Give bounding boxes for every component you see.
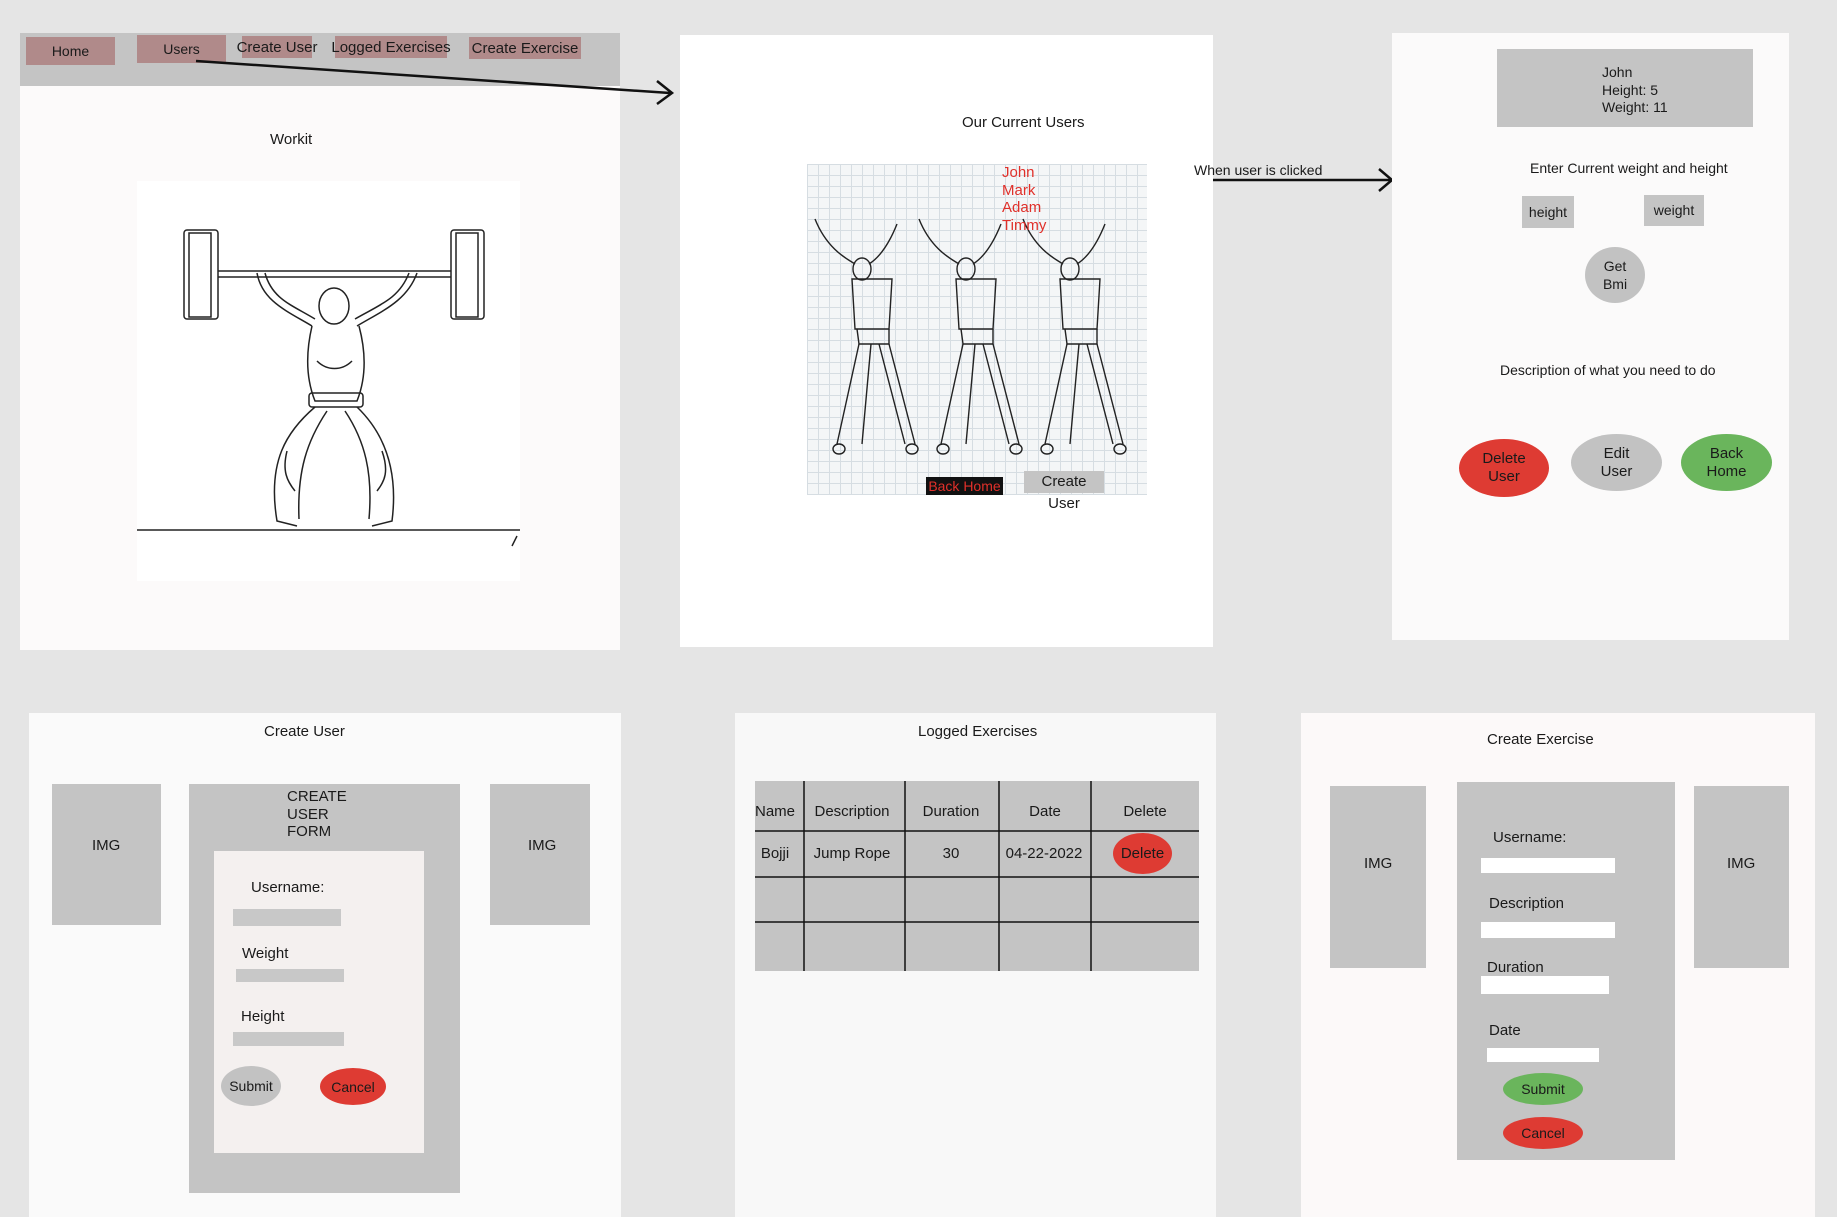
- image-placeholder-left: [1330, 786, 1426, 968]
- user-info-height: Height: 5: [1602, 81, 1659, 98]
- create-exercise-title: Create Exercise: [1487, 731, 1594, 748]
- get-bmi-button[interactable]: Get Bmi: [1585, 247, 1645, 303]
- duration-label: Duration: [1487, 959, 1544, 976]
- table-header: Date: [1029, 802, 1061, 820]
- submit-button[interactable]: Submit: [1503, 1073, 1583, 1105]
- user-info-weight: Weight: 11: [1602, 99, 1668, 115]
- edit-user-button[interactable]: Edit User: [1571, 434, 1662, 491]
- user-name-item[interactable]: Adam: [1002, 199, 1046, 217]
- date-label: Date: [1489, 1022, 1521, 1039]
- table-header: Description: [814, 802, 890, 820]
- height-label: Height: [241, 1008, 285, 1025]
- instructions-text: Description of what you need to do: [1500, 362, 1716, 378]
- table-cell-name: Bojji: [760, 844, 790, 862]
- logged-exercises-title: Logged Exercises: [918, 723, 1038, 740]
- user-name-item[interactable]: John: [1002, 164, 1046, 182]
- username-label: Username:: [1493, 829, 1567, 846]
- image-placeholder-right: [490, 784, 590, 925]
- form-heading: CREATE USER FORM: [287, 788, 347, 840]
- duration-input[interactable]: [1481, 976, 1609, 994]
- user-name-item[interactable]: Mark: [1002, 182, 1046, 200]
- table-header: Name: [755, 802, 796, 820]
- description-input[interactable]: [1481, 922, 1615, 938]
- create-user-button[interactable]: Create User: [1024, 471, 1104, 512]
- logged-exercises-frame: Logged Exercises Name Description Durati…: [735, 713, 1216, 1217]
- user-info-card: John Height: 5 Weight: 11: [1497, 49, 1753, 127]
- table-header: Delete: [1123, 802, 1167, 820]
- table-cell-date: 04-22-2022: [1005, 844, 1083, 862]
- delete-user-button[interactable]: Delete User: [1459, 439, 1549, 497]
- username-label: Username:: [251, 879, 325, 896]
- stretching-figures-illustration: [814, 218, 1127, 455]
- cancel-button[interactable]: Cancel: [320, 1068, 386, 1105]
- username-input[interactable]: [1481, 858, 1615, 873]
- height-input[interactable]: [233, 1032, 344, 1046]
- exercise-table: Name Description Duration Date Delete Bo…: [755, 781, 1199, 971]
- submit-button[interactable]: Submit: [221, 1066, 281, 1106]
- table-header: Duration: [922, 802, 980, 820]
- height-input[interactable]: height: [1522, 196, 1574, 228]
- users-background-image: [807, 164, 1147, 495]
- description-label: Description: [1489, 895, 1565, 912]
- weight-input[interactable]: [236, 969, 344, 982]
- image-placeholder-left-label: IMG: [92, 837, 121, 854]
- create-exercise-frame: Create Exercise IMG IMG Username: Descri…: [1301, 713, 1815, 1217]
- table-cell-description: Jump Rope: [813, 844, 891, 862]
- users-title: Our Current Users: [962, 114, 1085, 131]
- image-placeholder-right: [1694, 786, 1789, 968]
- cancel-button[interactable]: Cancel: [1503, 1117, 1583, 1149]
- user-info-name: John: [1602, 64, 1633, 80]
- back-home-button[interactable]: Back Home: [1681, 434, 1772, 491]
- user-detail-frame: John Height: 5 Weight: 11 Enter Current …: [1392, 33, 1789, 640]
- date-input[interactable]: [1487, 1048, 1599, 1062]
- image-placeholder-left-label: IMG: [1364, 855, 1393, 872]
- image-placeholder-left: [52, 784, 161, 925]
- users-frame: Our Current Users John Mark Adam Timmy B…: [680, 35, 1213, 647]
- click-annotation: When user is clicked: [1194, 162, 1323, 178]
- table-cell-duration: 30: [942, 844, 960, 862]
- back-home-button[interactable]: Back Home: [926, 477, 1003, 495]
- arrow-users-to-list: [195, 59, 671, 95]
- create-user-frame: Create User IMG IMG CREATE USER FORM Use…: [29, 713, 621, 1217]
- create-user-form: [214, 851, 424, 1153]
- image-placeholder-right-label: IMG: [1727, 855, 1756, 872]
- delete-row-button[interactable]: Delete: [1113, 833, 1172, 874]
- image-placeholder-right-label: IMG: [528, 837, 557, 854]
- user-name-item[interactable]: Timmy: [1002, 217, 1046, 235]
- weight-input[interactable]: weight: [1644, 195, 1704, 226]
- create-user-title: Create User: [264, 723, 345, 740]
- user-name-list: John Mark Adam Timmy: [1002, 164, 1046, 234]
- username-input[interactable]: [233, 909, 341, 926]
- enter-weight-height-prompt: Enter Current weight and height: [1530, 160, 1728, 176]
- weight-label: Weight: [242, 945, 289, 962]
